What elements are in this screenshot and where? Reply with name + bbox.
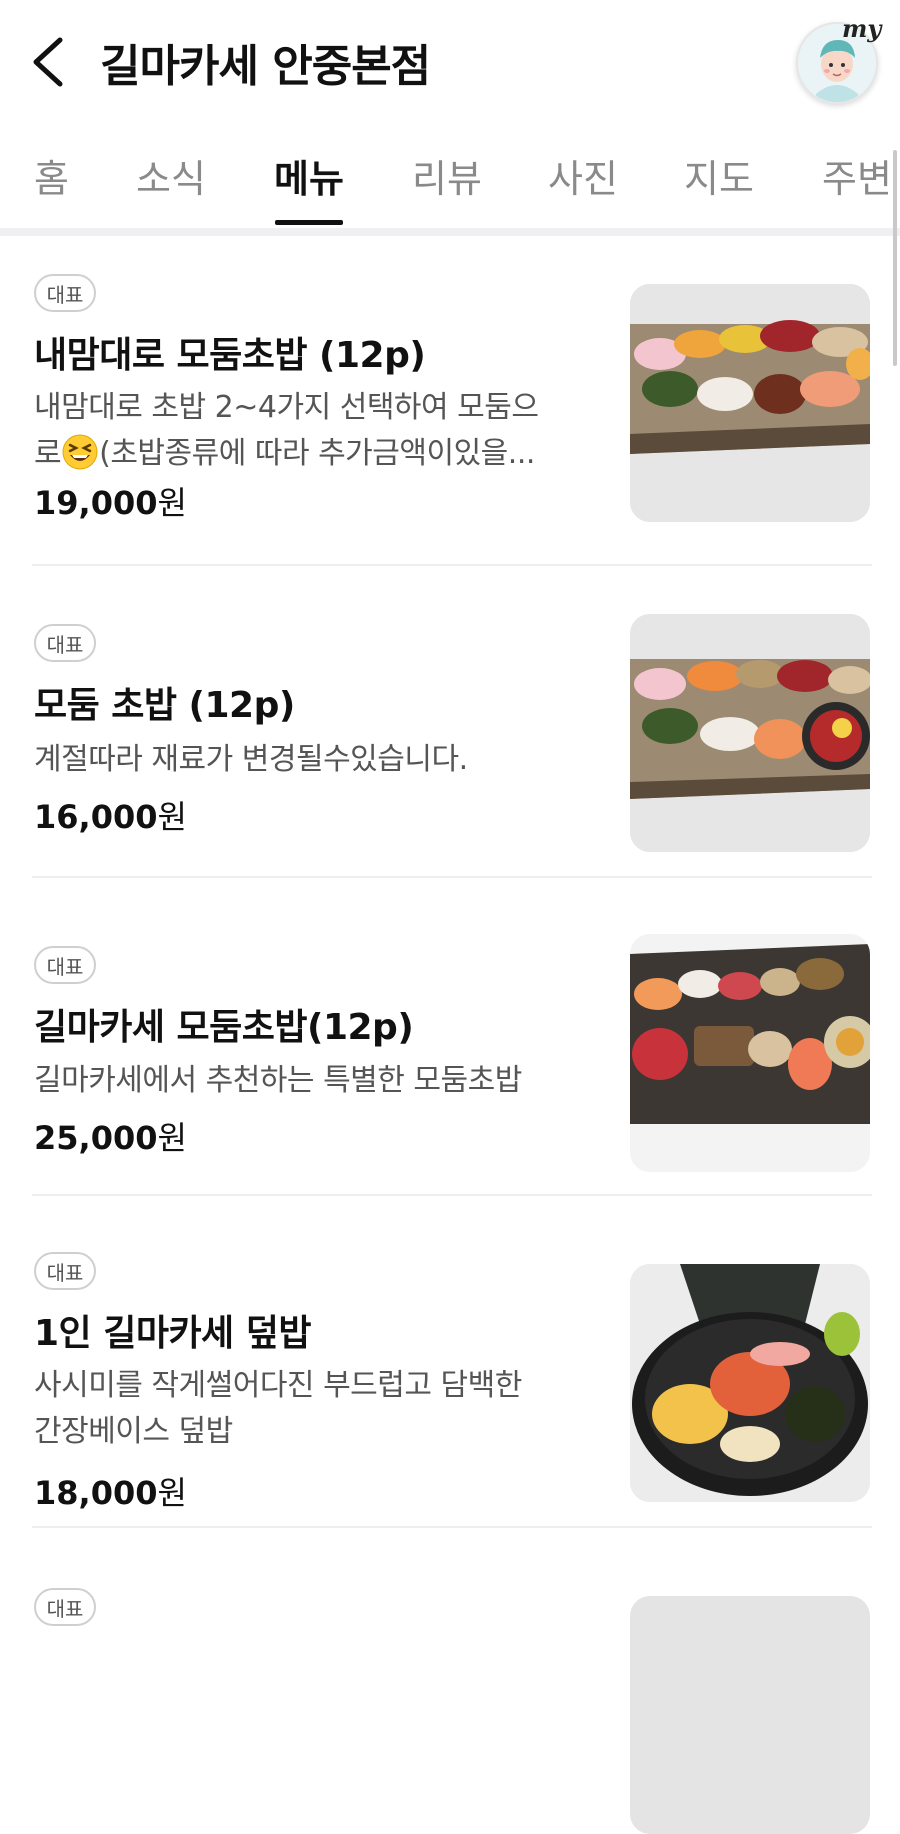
menu-item-name: 모둠 초밥 (12p) bbox=[34, 685, 295, 726]
tab-news[interactable]: 소식 bbox=[136, 148, 206, 203]
signature-badge: 대표 bbox=[34, 1588, 96, 1626]
tab-photos[interactable]: 사진 bbox=[548, 148, 618, 203]
menu-item-name: 1인 길마카세 덮밥 bbox=[34, 1313, 311, 1354]
menu-item-photo[interactable] bbox=[630, 1596, 870, 1834]
donburi-bowl-image bbox=[630, 1264, 870, 1502]
scrollbar[interactable] bbox=[893, 150, 897, 366]
sushi-platter-image bbox=[630, 284, 870, 522]
menu-item-price: 19,000원 bbox=[34, 478, 187, 524]
description-line: 내맘대로 초밥 2~4가지 선택하여 모둠으 bbox=[34, 390, 539, 425]
price-unit: 원 bbox=[157, 1474, 187, 1512]
signature-badge: 대표 bbox=[34, 1252, 96, 1290]
top-app-bar: 길마카세 안중본점 my bbox=[0, 0, 900, 120]
menu-item-photo[interactable] bbox=[630, 1264, 870, 1502]
active-tab-indicator bbox=[275, 220, 343, 225]
item-divider bbox=[32, 1526, 872, 1528]
signature-badge: 대표 bbox=[34, 946, 96, 984]
description-line: 길마카세에서 추천하는 특별한 모둠초밥 bbox=[34, 1063, 522, 1098]
menu-item-price: 25,000원 bbox=[34, 1113, 187, 1159]
grinning-squinting-face-emoji-icon bbox=[62, 434, 98, 470]
description-line: 계절따라 재료가 변경될수있습니다. bbox=[34, 742, 468, 777]
menu-item-price: 16,000원 bbox=[34, 792, 187, 838]
item-divider bbox=[32, 564, 872, 566]
description-line: 간장베이스 덮밥 bbox=[34, 1414, 233, 1449]
signature-badge: 대표 bbox=[34, 274, 96, 312]
sushi-platter-image bbox=[630, 934, 870, 1172]
tab-nearby[interactable]: 주변 bbox=[822, 148, 892, 203]
tab-map[interactable]: 지도 bbox=[684, 148, 754, 203]
item-divider bbox=[32, 1194, 872, 1196]
description-text: 로 bbox=[34, 436, 62, 471]
my-label: my bbox=[842, 14, 882, 43]
price-unit: 원 bbox=[157, 1119, 187, 1157]
description-text: (초밥종류에 따라 추가금액이있을... bbox=[99, 436, 535, 471]
price-unit: 원 bbox=[157, 798, 187, 836]
signature-badge: 대표 bbox=[34, 624, 96, 662]
page-title: 길마카세 안중본점 bbox=[100, 41, 431, 92]
tabs-divider bbox=[0, 228, 900, 236]
menu-item-name: 내맘대로 모둠초밥 (12p) bbox=[34, 335, 426, 376]
description-line: 사시미를 작게썰어다진 부드럽고 담백한 bbox=[34, 1368, 522, 1403]
price-value: 19,000 bbox=[34, 484, 158, 522]
chevron-left-icon bbox=[33, 37, 63, 87]
price-value: 16,000 bbox=[34, 798, 158, 836]
menu-item-description: 사시미를 작게썰어다진 부드럽고 담백한 간장베이스 덮밥 bbox=[34, 1363, 594, 1455]
menu-item-photo[interactable] bbox=[630, 934, 870, 1172]
item-divider bbox=[32, 876, 872, 878]
menu-item-name: 길마카세 모둠초밥(12p) bbox=[34, 1007, 414, 1048]
tab-menu[interactable]: 메뉴 bbox=[274, 148, 344, 203]
price-unit: 원 bbox=[157, 484, 187, 522]
menu-item-price: 18,000원 bbox=[34, 1468, 187, 1514]
description-line: 로 (초밥종류에 따라 추가금액이있을... bbox=[34, 431, 594, 477]
menu-item-photo[interactable] bbox=[630, 614, 870, 852]
tab-home[interactable]: 홈 bbox=[34, 148, 69, 203]
menu-item-description: 계절따라 재료가 변경될수있습니다. bbox=[34, 737, 594, 783]
menu-item-description: 길마카세에서 추천하는 특별한 모둠초밥 bbox=[34, 1058, 594, 1104]
tab-bar: 홈 소식 메뉴 리뷰 사진 지도 주변 bbox=[0, 124, 900, 228]
back-button[interactable] bbox=[28, 32, 72, 92]
menu-item-description: 내맘대로 초밥 2~4가지 선택하여 모둠으 로 (초밥종류에 따라 추가금액이… bbox=[34, 385, 594, 477]
price-value: 18,000 bbox=[34, 1474, 158, 1512]
tab-review[interactable]: 리뷰 bbox=[412, 148, 482, 203]
sushi-platter-image bbox=[630, 614, 870, 852]
price-value: 25,000 bbox=[34, 1119, 158, 1157]
my-profile-button[interactable]: my bbox=[796, 14, 881, 104]
menu-item-photo[interactable] bbox=[630, 284, 870, 522]
